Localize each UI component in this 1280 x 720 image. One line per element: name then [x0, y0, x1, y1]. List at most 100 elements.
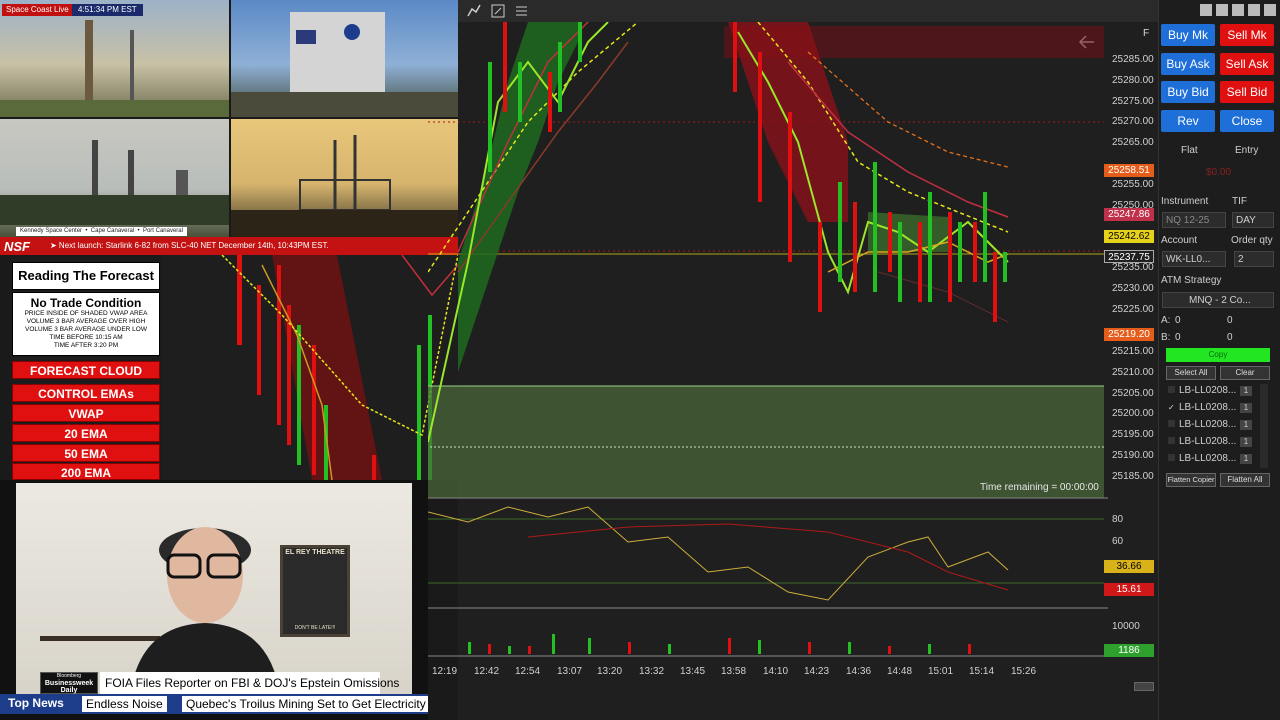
copier-scrollbar[interactable]	[1260, 384, 1268, 468]
osc-tag: 15.61	[1104, 583, 1154, 596]
atm-strategy-select[interactable]: MNQ - 2 Co...	[1162, 292, 1274, 308]
checkbox[interactable]	[1168, 454, 1175, 461]
ticker-item-1: Endless Noise	[82, 696, 167, 712]
price-axis-label: 25270.00	[1112, 116, 1154, 127]
account-label: Account	[1161, 235, 1198, 246]
buy-bid-button[interactable]: Buy Bid	[1161, 81, 1215, 103]
presenter	[130, 527, 280, 695]
price-tag: 25219.20	[1104, 328, 1154, 341]
time-axis-label: 12:42	[474, 666, 500, 677]
close-position-button[interactable]: Close	[1220, 110, 1274, 132]
time-axis-label: 15:01	[928, 666, 954, 677]
chart-scrollbar[interactable]	[1134, 682, 1154, 691]
pnl-value: $0.00	[1206, 167, 1232, 178]
clear-button[interactable]: Clear	[1220, 366, 1270, 380]
cam-locations: Kennedy Space Center • Cape Canaveral • …	[16, 227, 187, 236]
order-qty-label: Order qty	[1231, 235, 1273, 246]
price-axis-label: 25265.00	[1112, 137, 1154, 148]
time-axis-label: 14:36	[846, 666, 872, 677]
copier-account-row[interactable]: LB-LL0208... 1	[1168, 385, 1252, 396]
price-axis-label: 25200.00	[1112, 408, 1154, 419]
legend-20-ema: 20 EMA	[12, 424, 160, 442]
price-tag: 25247.86	[1104, 208, 1154, 221]
drawing-tool-icon[interactable]	[466, 3, 482, 19]
tile-icon[interactable]	[1216, 4, 1228, 16]
time-axis-label: 15:26	[1011, 666, 1037, 677]
copier-account-row[interactable]: LB-LL0208... 1	[1168, 453, 1252, 464]
copier-account-row[interactable]: LB-LL0208... 1	[1168, 436, 1252, 447]
legend-vwap: VWAP	[12, 404, 160, 422]
account-name: LB-LL0208...	[1179, 453, 1237, 464]
checkbox-checked[interactable]: ✓	[1168, 404, 1175, 412]
time-axis-label: 14:23	[804, 666, 830, 677]
account-qty[interactable]: 1	[1240, 437, 1252, 447]
account-qty[interactable]: 1	[1240, 454, 1252, 464]
chart-toolbar	[458, 0, 1158, 22]
checkbox[interactable]	[1168, 437, 1175, 444]
buy-ask-button[interactable]: Buy Ask	[1161, 53, 1215, 75]
time-axis-label: 13:45	[680, 666, 706, 677]
sell-ask-button[interactable]: Sell Ask	[1220, 53, 1274, 75]
condition-2: VOLUME 3 BAR AVERAGE OVER HIGH	[26, 318, 146, 325]
ticker-item-2: Quebec's Troilus Mining Set to Get Elect…	[182, 696, 428, 712]
time-axis-label: 15:14	[969, 666, 995, 677]
tif-select[interactable]: DAY	[1232, 212, 1274, 228]
select-all-button[interactable]: Select All	[1166, 366, 1216, 380]
cam-label: Space Coast Live	[2, 4, 73, 16]
chart-f-label: F	[1143, 28, 1150, 39]
restore-icon[interactable]	[1200, 4, 1212, 16]
flatten-all-button[interactable]: Flatten All	[1220, 473, 1270, 487]
legend-50-ema: 50 EMA	[12, 444, 160, 462]
account-name: LB-LL0208...	[1179, 436, 1237, 447]
camera-scenery	[0, 12, 458, 237]
osc-tag: 36.66	[1104, 560, 1154, 573]
price-axis-label: 25185.00	[1112, 471, 1154, 482]
checkbox[interactable]	[1168, 386, 1175, 393]
osc-axis-label: 60	[1112, 536, 1124, 547]
account-name: LB-LL0208...	[1179, 419, 1237, 430]
time-axis-label: 13:20	[597, 666, 623, 677]
tif-label: TIF	[1232, 196, 1247, 207]
price-axis-label: 25210.00	[1112, 367, 1154, 378]
network-small: Bloomberg	[56, 673, 82, 679]
sell-market-button[interactable]: Sell Mk	[1220, 24, 1274, 46]
condition-4: TIME BEFORE 10:15 AM	[49, 334, 123, 341]
b-value-2: 0	[1227, 332, 1233, 343]
ticker-bottom	[0, 714, 428, 720]
price-tag: 25258.51	[1104, 164, 1154, 177]
price-axis-label: 25225.00	[1112, 304, 1154, 315]
account-select[interactable]: WK-LL0...	[1162, 251, 1226, 267]
account-qty[interactable]: 1	[1240, 386, 1252, 396]
time-axis-label: 14:10	[763, 666, 789, 677]
account-name: LB-LL0208...	[1179, 402, 1237, 413]
account-qty[interactable]: 1	[1240, 403, 1252, 413]
time-axis-label: 13:07	[557, 666, 583, 677]
instrument-select[interactable]: NQ 12-25	[1162, 212, 1226, 228]
a-value-1: 0	[1175, 315, 1181, 326]
buy-market-button[interactable]: Buy Mk	[1161, 24, 1215, 46]
chart-settings-icon[interactable]	[490, 3, 506, 19]
price-axis-label: 25205.00	[1112, 388, 1154, 399]
order-qty-input[interactable]: 2	[1234, 251, 1274, 267]
account-qty[interactable]: 1	[1240, 420, 1252, 430]
price-axis-label: 25285.00	[1112, 54, 1154, 65]
vol-tag: 1186	[1104, 644, 1154, 657]
sell-bid-button[interactable]: Sell Bid	[1220, 81, 1274, 103]
copier-account-row[interactable]: LB-LL0208... 1	[1168, 419, 1252, 430]
flatten-copier-button[interactable]: Flatten Copier	[1166, 473, 1216, 487]
copy-button[interactable]: Copy	[1166, 348, 1270, 362]
launch-banner-text: ➤ Next launch: Starlink 6-82 from SLC-40…	[50, 241, 329, 250]
b-label: B:	[1161, 332, 1171, 343]
position-flat: Flat	[1181, 145, 1198, 156]
maximize-icon[interactable]	[1248, 4, 1260, 16]
copier-account-row[interactable]: ✓ LB-LL0208... 1	[1168, 402, 1252, 413]
time-axis-label: 12:54	[515, 666, 541, 677]
checkbox[interactable]	[1168, 420, 1175, 427]
minimize-icon[interactable]	[1232, 4, 1244, 16]
ticker-label: Top News	[8, 696, 64, 710]
close-icon[interactable]	[1264, 4, 1276, 16]
list-icon[interactable]	[513, 3, 529, 19]
main-chart-plot	[428, 22, 1108, 657]
reverse-button[interactable]: Rev	[1161, 110, 1215, 132]
time-axis-label: 13:32	[639, 666, 665, 677]
